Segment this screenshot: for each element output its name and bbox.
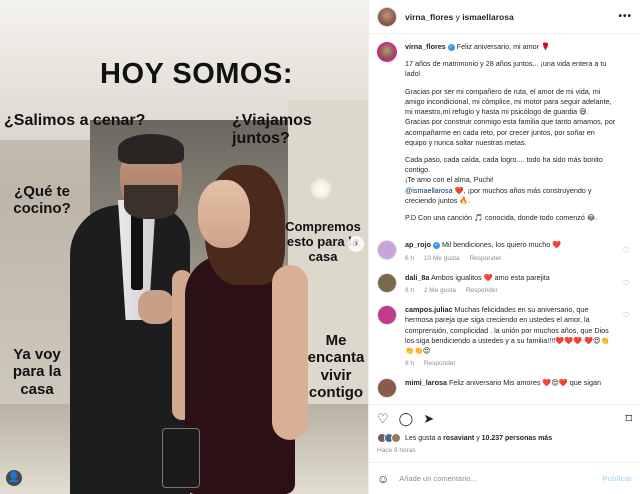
next-image-icon[interactable]: › bbox=[348, 236, 364, 252]
avatar[interactable] bbox=[377, 272, 397, 293]
avatar[interactable] bbox=[377, 240, 397, 261]
caption-paragraph: Gracias por construir conmigo esta famil… bbox=[405, 117, 616, 147]
comment-item: campos.juliac Muchas felicidades en su a… bbox=[377, 305, 632, 368]
like-comment-icon[interactable]: ♡ bbox=[623, 311, 630, 320]
caption-paragraph: 17 años de matrimonio y 28 años juntos..… bbox=[405, 59, 607, 79]
man-tie bbox=[131, 210, 143, 290]
comment-text: Mil bendiciones, los quiero mucho ❤️ bbox=[441, 240, 562, 250]
comment-input[interactable] bbox=[399, 474, 603, 483]
comment-time: 8 h bbox=[405, 360, 415, 368]
share-icon[interactable]: ➤ bbox=[423, 411, 434, 427]
comment-meta: 8 h 2 Me gusta Responder bbox=[405, 286, 616, 295]
likes-count[interactable]: 10.237 personas más bbox=[482, 435, 552, 442]
header-joiner: y bbox=[453, 11, 463, 22]
comment-body: dali_8a Ambos igualitos ❤️ amo esta pare… bbox=[405, 273, 632, 295]
image-phrase-1: ¿Salimos a cenar? bbox=[4, 112, 146, 129]
image-light bbox=[310, 178, 332, 200]
avatar[interactable] bbox=[377, 305, 397, 326]
comment-item: ap_rojo ✓ Mil bendiciones, los quiero mu… bbox=[377, 240, 632, 262]
image-phrase-2: ¿Viajamos juntos? bbox=[232, 112, 312, 148]
caption-paragraph: ¡Te amo con el alma, Puchi! bbox=[405, 175, 494, 185]
avatar bbox=[391, 433, 401, 443]
reply-button[interactable]: Responder bbox=[466, 287, 498, 294]
image-phrase-5: Ya voy para la casa bbox=[12, 346, 62, 398]
likes-text: Les gusta a rosaviant y 10.237 personas … bbox=[405, 435, 552, 442]
emoji-icon[interactable]: ☺ bbox=[377, 472, 389, 486]
add-comment-bar: ☺ Publicar bbox=[369, 462, 640, 494]
caption-first-line: Feliz aniversario, mi amor 🌹 bbox=[456, 42, 550, 51]
comment-item: dali_8a Ambos igualitos ❤️ amo esta pare… bbox=[377, 272, 632, 295]
post-image[interactable]: HOY SOMOS: ¿Salimos a cenar? ¿Viajamos j… bbox=[0, 0, 368, 494]
image-phrase-3: ¿Qué te cocino? bbox=[13, 183, 71, 218]
comment-item: mimi_larosa Feliz aniversario Mis amores… bbox=[377, 378, 632, 399]
like-comment-icon[interactable]: ♡ bbox=[623, 279, 630, 288]
image-headline: HOY SOMOS: bbox=[100, 58, 293, 90]
woman-arm-right bbox=[272, 265, 308, 440]
man-beard bbox=[124, 185, 178, 219]
caption-paragraph: Gracias por ser mi compañero de ruta, el… bbox=[405, 86, 612, 117]
header-usernames: virna_flores y ismaellarosa bbox=[405, 12, 514, 22]
woman-head bbox=[198, 180, 250, 248]
comment-body: campos.juliac Muchas felicidades en su a… bbox=[405, 305, 632, 368]
comment-text: Ambos igualitos ❤️ amo esta parejita bbox=[430, 272, 550, 282]
comments-section[interactable]: virna_flores ✓ Feliz aniversario, mi amo… bbox=[369, 34, 640, 402]
likes-joiner: y bbox=[474, 434, 482, 442]
more-options-icon[interactable]: ••• bbox=[618, 11, 632, 22]
mention-link[interactable]: @ismaellarosa bbox=[405, 186, 453, 195]
likes-user[interactable]: rosaviant bbox=[443, 435, 474, 442]
post-caption: virna_flores ✓ Feliz aniversario, mi amo… bbox=[377, 42, 632, 230]
comment-body: ap_rojo ✓ Mil bendiciones, los quiero mu… bbox=[405, 240, 632, 262]
post-header: virna_flores y ismaellarosa ••• bbox=[369, 0, 640, 34]
likes-summary: Les gusta a rosaviant y 10.237 personas … bbox=[377, 433, 552, 443]
image-phrase-6: Me encanta vivir contigo bbox=[307, 332, 365, 401]
like-comment-icon[interactable]: ♡ bbox=[623, 246, 630, 255]
tagged-users-icon[interactable]: 👤 bbox=[6, 470, 22, 486]
comment-username[interactable]: dali_8a bbox=[405, 273, 429, 282]
comment-meta: 6 h 10 Me gusta Responder bbox=[405, 254, 616, 263]
comment-text: Feliz aniversario Mis amores ❤️😍❤️ que s… bbox=[448, 378, 601, 388]
caption-paragraph: Cada paso, cada caída, cada logro.... to… bbox=[405, 154, 603, 175]
likes-prefix: Les gusta a bbox=[405, 434, 444, 442]
avatar[interactable] bbox=[377, 6, 397, 27]
comment-body: mimi_larosa Feliz aniversario Mis amores… bbox=[405, 378, 632, 398]
comment-likes[interactable]: 10 Me gusta bbox=[424, 255, 460, 262]
header-username[interactable]: virna_flores bbox=[405, 12, 453, 22]
man-hand bbox=[138, 290, 174, 324]
man-hair bbox=[118, 134, 184, 164]
verified-icon: ✓ bbox=[432, 241, 440, 249]
reply-button[interactable]: Responder bbox=[424, 360, 456, 367]
comment-username[interactable]: ap_rojo bbox=[405, 240, 431, 249]
comment-meta: 8 h Responder bbox=[405, 359, 616, 368]
comment-icon[interactable]: ◯ bbox=[399, 411, 414, 427]
comment-likes[interactable]: 2 Me gusta bbox=[424, 287, 456, 294]
verified-icon: ✓ bbox=[447, 43, 455, 51]
comment-time: 8 h bbox=[405, 286, 415, 294]
caption-body: virna_flores ✓ Feliz aniversario, mi amo… bbox=[405, 42, 632, 230]
caption-username[interactable]: virna_flores bbox=[405, 42, 446, 51]
clutch-bag bbox=[162, 428, 200, 488]
avatar[interactable] bbox=[377, 378, 397, 399]
header-collab-username[interactable]: ismaellarosa bbox=[462, 12, 514, 22]
caption-paragraph: P.D Con una canción 🎵 conocida, donde to… bbox=[405, 213, 598, 223]
like-icon[interactable]: ♡ bbox=[377, 411, 389, 427]
comment-username[interactable]: campos.juliac bbox=[405, 305, 453, 314]
comment-time: 6 h bbox=[405, 254, 415, 262]
publish-button[interactable]: Publicar bbox=[602, 474, 632, 483]
comment-username[interactable]: mimi_larosa bbox=[405, 378, 447, 387]
save-icon[interactable]: ⌑ bbox=[625, 411, 632, 427]
post-timestamp: Hace 8 horas bbox=[377, 447, 416, 454]
post-panel: virna_flores y ismaellarosa ••• virna_fl… bbox=[368, 0, 640, 494]
reply-button[interactable]: Responder bbox=[469, 255, 501, 262]
avatar[interactable] bbox=[377, 42, 397, 62]
post-actions: ♡ ◯ ➤ ⌑ bbox=[369, 404, 640, 432]
